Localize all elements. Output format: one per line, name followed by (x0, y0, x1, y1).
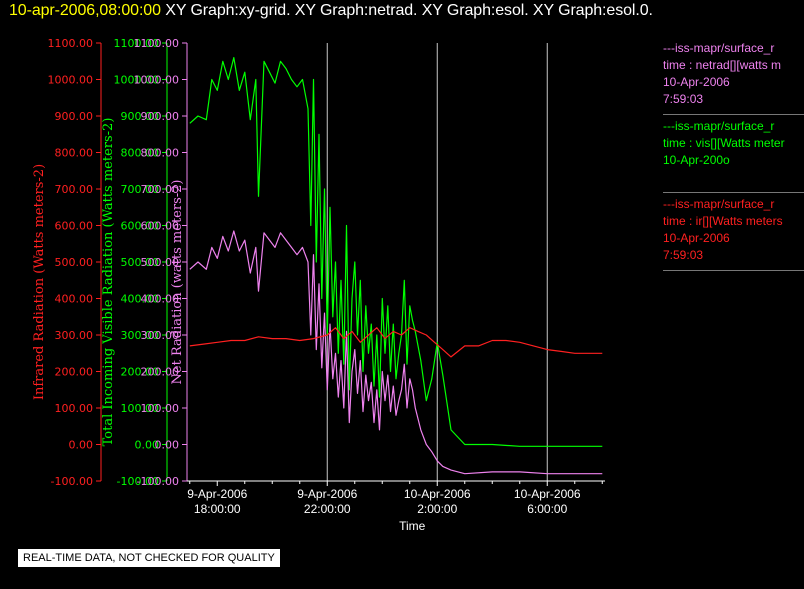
legend-line: 10-Apr-2006 (663, 231, 730, 245)
legend-entry: ---iss-mapr/surface_rtime : ir[][Watts m… (663, 196, 804, 271)
ir-series-line (189, 327, 603, 358)
ir-tick-label: 700.00 (55, 183, 94, 196)
ir-axis-title: Infrared Radiation (Watts meters-2) (32, 164, 47, 400)
x-tick-label: 9-Apr-2006 (297, 487, 357, 501)
net-tick-label: 0.00 (155, 439, 180, 452)
vis-series-line (189, 56, 603, 447)
legend-line: 10-Apr-200o (663, 153, 730, 167)
x-tick-label: 9-Apr-2006 (187, 487, 247, 501)
ir-tick-label: 300.00 (55, 329, 94, 342)
net-axis-title: Net Radiation (watts meters-2) (170, 180, 185, 385)
legend-line: ---iss-mapr/surface_r (663, 41, 775, 55)
ir-tick-label: 600.00 (55, 220, 94, 233)
ir-tick-label: 0.00 (69, 439, 94, 452)
ir-tick-label: 200.00 (55, 366, 94, 379)
ir-tick-label: -100.00 (51, 475, 93, 488)
quality-disclaimer: REAL-TIME DATA, NOT CHECKED FOR QUALITY (18, 549, 280, 567)
series-layer (189, 56, 603, 475)
legend-line: 7:59:03 (663, 248, 704, 262)
ir-tick-label: 1000.00 (48, 74, 94, 87)
x-tick-label: 22:00:00 (304, 502, 351, 516)
x-tick-label: 10-Apr-2006 (514, 487, 581, 501)
legend-line (663, 169, 804, 186)
vis-axis-title: Total Incoming Visible Radiation (Watts … (101, 118, 116, 447)
legend-line: 7:59:03 (663, 92, 704, 106)
net-tick-label: 100.00 (141, 402, 180, 415)
legend-entry: ---iss-mapr/surface_rtime : vis[][Watts … (663, 118, 804, 193)
ir-tick-label: 400.00 (55, 293, 94, 306)
ir-tick-label: 1100.00 (48, 37, 94, 50)
x-tick-label: 18:00:00 (194, 502, 241, 516)
net-tick-label: 900.00 (141, 110, 180, 123)
ir-tick-label: 500.00 (55, 256, 94, 269)
x-axis-layer: 9-Apr-200618:00:009-Apr-200622:00:0010-A… (187, 480, 605, 533)
ir-tick-label: 800.00 (55, 147, 94, 160)
legend-line: ---iss-mapr/surface_r (663, 197, 775, 211)
grid-layer (326, 43, 548, 481)
legend-line: ---iss-mapr/surface_r (663, 119, 775, 133)
legend-line: time : netrad[][watts m (663, 58, 782, 72)
net-tick-label: 1100.00 (134, 37, 180, 50)
ir-tick-label: 900.00 (55, 110, 94, 123)
legend: ---iss-mapr/surface_rtime : netrad[][wat… (663, 40, 804, 274)
legend-line: time : ir[][Watts meters (663, 214, 783, 228)
legend-entry: ---iss-mapr/surface_rtime : netrad[][wat… (663, 40, 804, 115)
x-tick-label: 2:00:00 (417, 502, 457, 516)
x-axis-title: Time (399, 519, 426, 533)
axes-layer: -100.00 0.00 100.00 200.00 300.00 400.00 500.0… (32, 37, 188, 488)
legend-line: 10-Apr-2006 (663, 75, 730, 89)
x-tick-label: 10-Apr-2006 (404, 487, 471, 501)
net-tick-label: -100.00 (137, 475, 179, 488)
net-tick-label: 800.00 (141, 147, 180, 160)
net-series-line (189, 230, 603, 475)
legend-line: time : vis[][Watts meter (663, 136, 785, 150)
net-tick-label: 1000.00 (134, 74, 180, 87)
x-tick-label: 6:00:00 (527, 502, 567, 516)
ir-tick-label: 100.00 (55, 402, 94, 415)
